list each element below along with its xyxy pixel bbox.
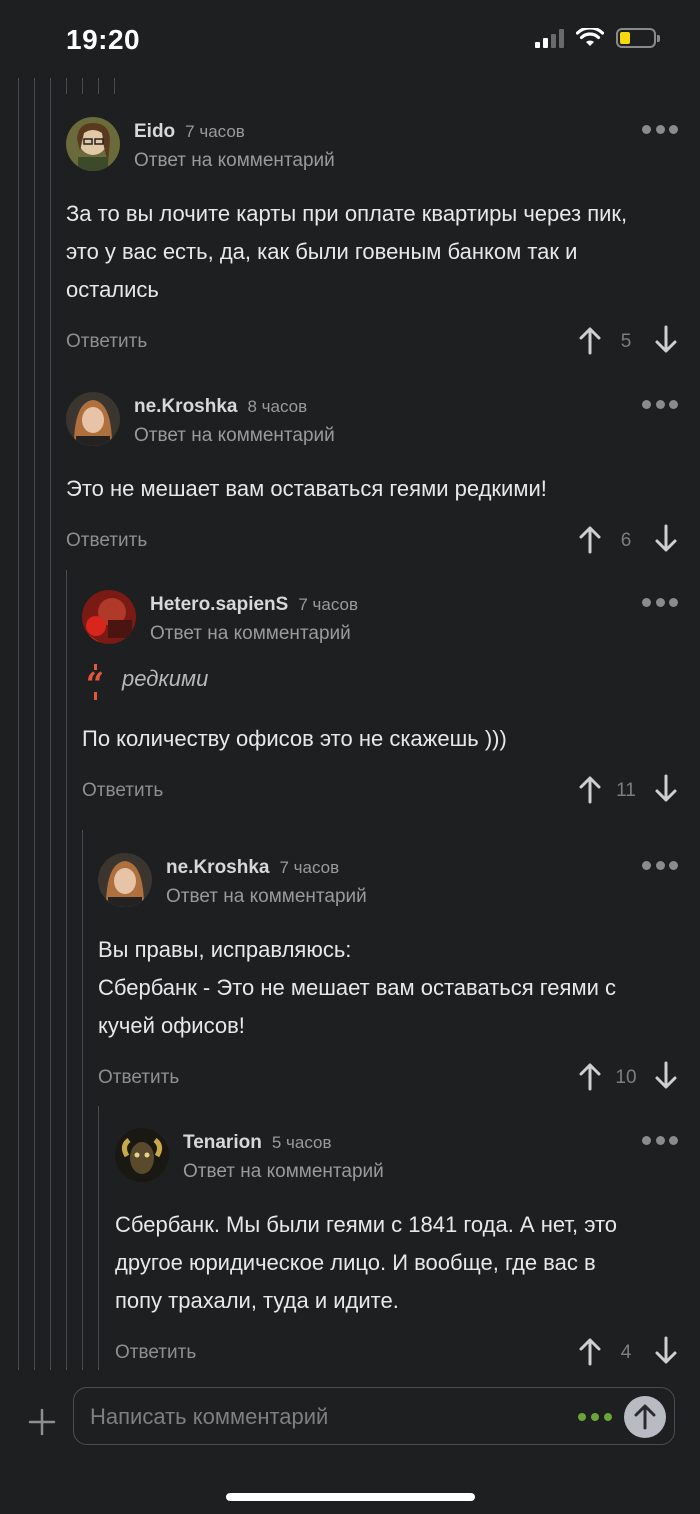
comment: ne.Kroshka 8 часов Ответ на комментарий Э… <box>66 392 678 562</box>
more-options-icon[interactable] <box>642 400 678 410</box>
reply-context[interactable]: Ответ на комментарий <box>134 150 335 172</box>
more-options-icon[interactable] <box>642 125 678 135</box>
reply-button[interactable]: Ответить <box>115 1342 196 1364</box>
downvote-arrow-icon[interactable] <box>654 774 678 804</box>
comment-time: 7 часов <box>279 858 340 877</box>
avatar[interactable] <box>98 853 152 907</box>
comment-author[interactable]: ne.Kroshka 8 часов <box>134 396 307 418</box>
comment-input[interactable]: Написать комментарий <box>73 1387 675 1445</box>
upvote-arrow-icon[interactable] <box>578 774 602 804</box>
thread-line[interactable] <box>18 78 19 1370</box>
comment-time: 8 часов <box>247 397 308 416</box>
send-button[interactable] <box>624 1396 666 1438</box>
downvote-arrow-icon[interactable] <box>654 325 678 355</box>
comment-text: Сбербанк. Мы были геями с 1841 года. А н… <box>115 1212 618 1313</box>
reply-context[interactable]: Ответ на комментарий <box>134 425 335 447</box>
more-options-icon[interactable] <box>642 861 678 871</box>
thread-line[interactable] <box>114 78 115 94</box>
downvote-arrow-icon[interactable] <box>654 1061 678 1091</box>
upvote-arrow-icon[interactable] <box>578 524 602 554</box>
avatar[interactable] <box>82 590 136 644</box>
comment: Eido 7 часов Ответ на комментарий За то в… <box>66 117 678 363</box>
battery-icon <box>616 28 660 48</box>
thread-line[interactable] <box>50 78 51 1370</box>
avatar[interactable] <box>66 117 120 171</box>
rating-score: 5 <box>620 331 632 352</box>
quote-icon: “ <box>84 665 106 703</box>
quote-block: “ редкими <box>82 662 678 706</box>
comment: Hetero.sapienS 7 часов Ответ на комментар… <box>82 590 678 812</box>
comment-text: По количеству офисов это не скажешь ))) <box>82 726 507 751</box>
add-attachment-icon[interactable] <box>26 1406 58 1438</box>
thread-line[interactable] <box>82 830 83 1370</box>
rating-score: 4 <box>620 1342 632 1363</box>
reply-context[interactable]: Ответ на комментарий <box>166 886 367 908</box>
comment-text: За то вы лочите карты при оплате квартир… <box>66 201 628 302</box>
comment-time: 7 часов <box>185 122 245 141</box>
thread-line[interactable] <box>82 78 83 94</box>
downvote-arrow-icon[interactable] <box>654 524 678 554</box>
wifi-icon <box>576 28 604 46</box>
comment-author[interactable]: Eido 7 часов <box>134 121 245 143</box>
upvote-arrow-icon[interactable] <box>578 325 602 355</box>
reply-context[interactable]: Ответ на комментарий <box>183 1161 384 1183</box>
reply-button[interactable]: Ответить <box>66 530 147 552</box>
avatar[interactable] <box>115 1128 169 1182</box>
status-bar: 19:20 <box>0 0 700 78</box>
downvote-arrow-icon[interactable] <box>654 1336 678 1366</box>
thread-line[interactable] <box>66 570 67 1370</box>
thread-line[interactable] <box>98 78 99 94</box>
send-arrow-icon <box>634 1404 656 1430</box>
comment-time: 7 часов <box>298 595 358 614</box>
home-indicator[interactable] <box>226 1493 475 1501</box>
avatar[interactable] <box>66 392 120 446</box>
comment-time: 5 часов <box>271 1133 332 1152</box>
more-options-icon[interactable] <box>642 1136 678 1146</box>
upvote-arrow-icon[interactable] <box>578 1336 602 1366</box>
reply-button[interactable]: Ответить <box>66 331 147 353</box>
reply-button[interactable]: Ответить <box>98 1067 179 1089</box>
reply-button[interactable]: Ответить <box>82 780 163 802</box>
comment-author[interactable]: Tenarion 5 часов <box>183 1132 332 1154</box>
thread-line[interactable] <box>98 1106 99 1370</box>
rating-score: 10 <box>615 1067 637 1088</box>
rating-score: 11 <box>616 780 636 801</box>
more-options-icon[interactable] <box>642 598 678 608</box>
upvote-arrow-icon[interactable] <box>578 1061 602 1091</box>
cellular-signal-icon <box>535 28 564 48</box>
keyboard-dots-icon[interactable] <box>578 1413 612 1421</box>
thread-line[interactable] <box>34 78 35 1370</box>
comment-input-placeholder: Написать комментарий <box>90 1404 329 1429</box>
quote-text: редкими <box>122 666 209 691</box>
thread-line[interactable] <box>66 78 67 94</box>
comment-author[interactable]: ne.Kroshka 7 часов <box>166 857 339 879</box>
comment-author[interactable]: Hetero.sapienS 7 часов <box>150 594 358 616</box>
comment-text: Вы правы, исправляюсь: Сбербанк - Это не… <box>98 937 616 1038</box>
comment: ne.Kroshka 7 часов Ответ на комментарий В… <box>98 853 678 1099</box>
reply-context[interactable]: Ответ на комментарий <box>150 623 351 645</box>
rating-score: 6 <box>620 530 632 551</box>
status-time: 19:20 <box>66 24 141 55</box>
comment-text: Это не мешает вам оставаться геями редки… <box>66 476 547 501</box>
comment: Tenarion 5 часов Ответ на комментарий Сбе… <box>115 1128 678 1374</box>
